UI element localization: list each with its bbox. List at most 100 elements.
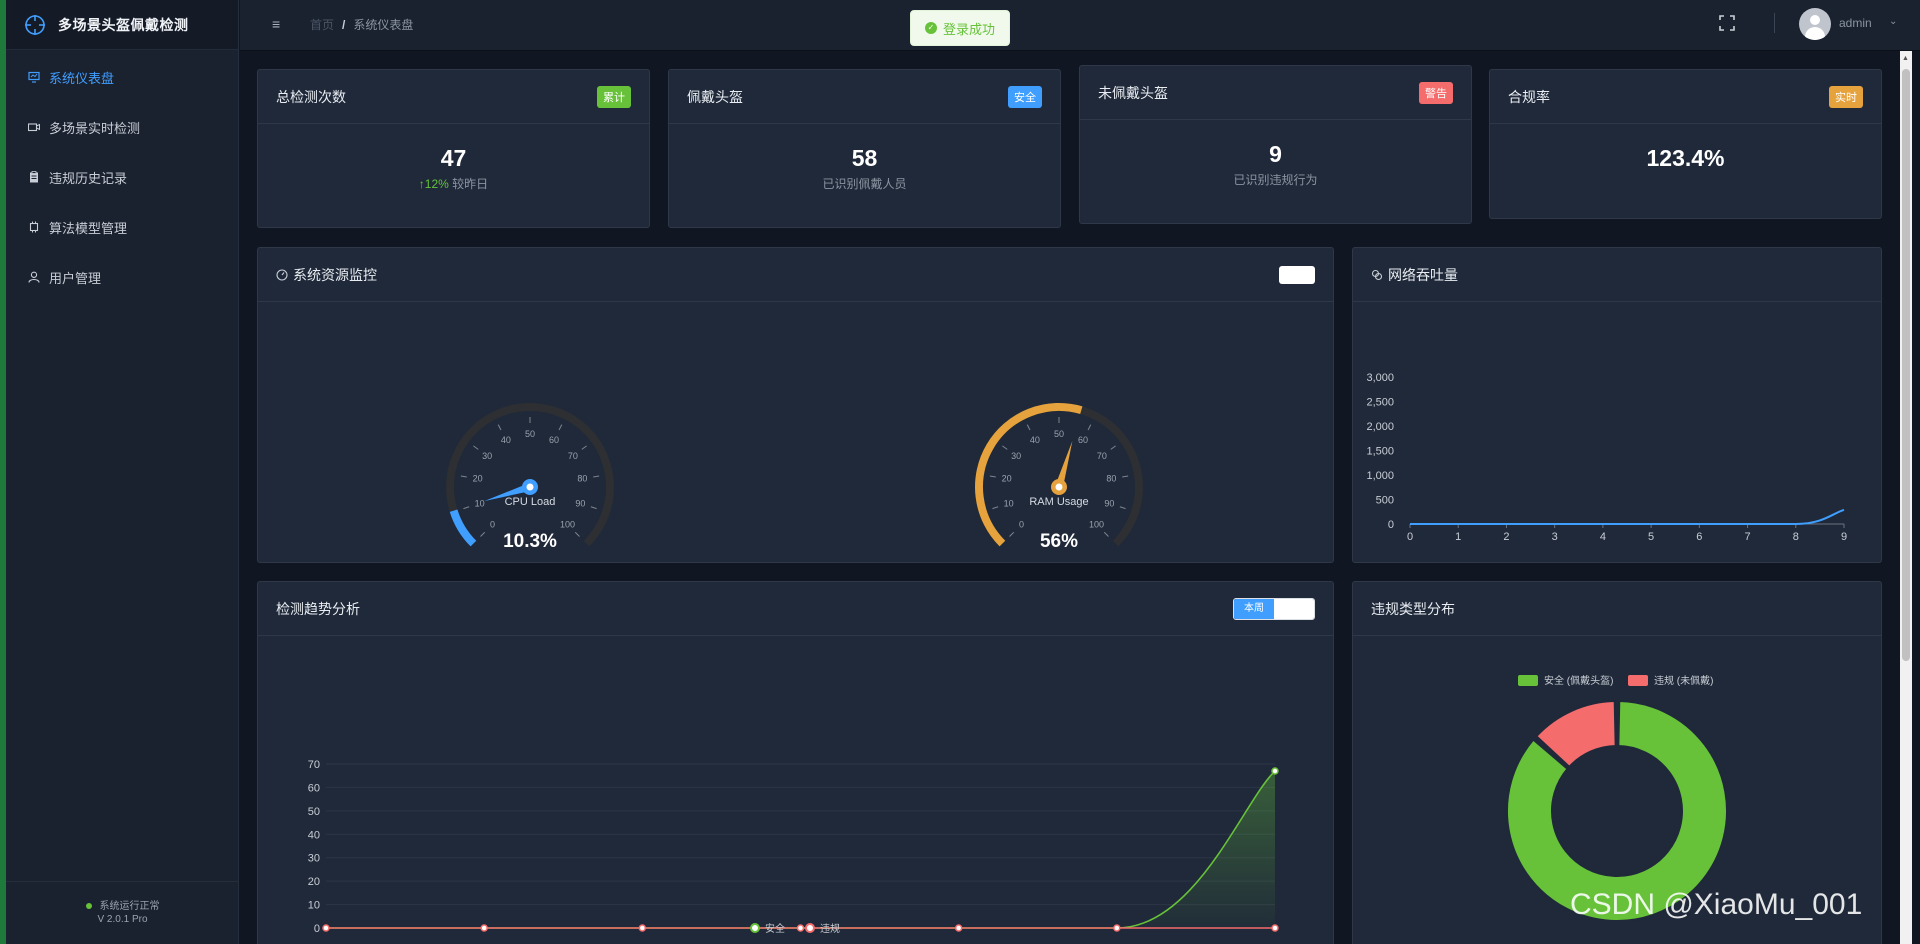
gauge-tick-label: 50 <box>525 429 535 439</box>
series-point-violation <box>638 924 647 932</box>
stat-card-no-helmet: 未佩戴头盔 警告 9 已识别违规行为 <box>1079 65 1472 224</box>
system-status-text: 系统运行正常 <box>99 901 160 912</box>
sidebar-item-realtime[interactable]: 多场景实时检测 <box>6 102 238 152</box>
breadcrumb-home[interactable]: 首页 <box>310 18 334 32</box>
x-tick-label: 1 <box>1455 531 1461 543</box>
x-tick-label: 6 <box>1696 531 1702 543</box>
stat-value: 9 <box>1269 141 1282 167</box>
x-tick-label: 7 <box>1744 531 1750 543</box>
y-tick-label: 70 <box>308 759 320 771</box>
legend-label: 违规 (未佩戴) <box>1654 674 1713 687</box>
gauge-tick-label: 20 <box>1002 474 1012 484</box>
stat-title: 合规率 <box>1508 88 1550 105</box>
gauge-tick-label: 100 <box>560 519 575 529</box>
gauge-tick <box>1026 424 1031 431</box>
scrollbar-thumb[interactable] <box>1902 69 1910 661</box>
y-tick-label: 40 <box>308 829 320 841</box>
chevron-down-icon[interactable]: ⌄ <box>1889 16 1897 27</box>
gauge-tick <box>1110 445 1116 450</box>
scroll-up-icon[interactable]: ▲ <box>1902 55 1909 62</box>
stat-sub: 较昨日 <box>452 177 489 191</box>
app-logo[interactable]: 多场景头盔佩戴检测 <box>6 0 238 50</box>
sidebar-item-users[interactable]: 用户管理 <box>6 252 238 302</box>
panel-title: 网络吞吐量 <box>1388 266 1458 283</box>
breadcrumb-current: 系统仪表盘 <box>353 18 414 32</box>
sidebar-item-history[interactable]: 违规历史记录 <box>6 152 238 202</box>
gauge-tick <box>1122 475 1129 478</box>
stat-value: 47 <box>440 145 467 171</box>
header-divider <box>1774 13 1775 33</box>
gauge-tick-label: 80 <box>577 474 587 484</box>
period-week-button[interactable]: 本周 <box>1234 598 1274 619</box>
period-other-button[interactable] <box>1274 598 1314 619</box>
status-dot-icon <box>85 903 92 909</box>
sidebar-item-label: 用户管理 <box>49 270 102 286</box>
x-tick-label: 3 <box>1552 531 1558 543</box>
page-scrollbar[interactable]: ▲ <box>1900 51 1912 944</box>
gauge-tick <box>590 506 597 510</box>
gauge-tick-label: 60 <box>1078 435 1088 445</box>
x-tick-label: 0 <box>1407 531 1413 543</box>
top-header: ≡ 首页 / 系统仪表盘 ✓ 登录成功 admin ⌄ <box>240 0 1920 51</box>
chip-icon <box>28 221 40 233</box>
y-tick-label: 1,000 <box>1366 470 1394 482</box>
legend-marker-violation <box>805 923 815 933</box>
stat-card-helmet: 佩戴头盔 安全 58 已识别佩戴人员 <box>668 69 1061 228</box>
target-icon <box>25 14 45 35</box>
legend-marker-safe <box>750 923 760 933</box>
status-badge: 安全 <box>1008 85 1042 108</box>
trend-analysis-panel: 检测趋势分析 本周 0 10 20 30 40 50 60 70 安全 违规 <box>257 581 1334 944</box>
gauge-icon <box>276 268 288 281</box>
gauge-tick <box>558 424 563 431</box>
gauge-tick <box>992 506 999 510</box>
x-tick-label: 2 <box>1503 531 1509 543</box>
series-point-violation <box>480 924 488 932</box>
breadcrumb-separator: / <box>342 18 346 32</box>
status-badge: 实时 <box>1829 85 1863 108</box>
stat-sub: 已识别佩戴人员 <box>822 177 907 191</box>
sidebar-item-models[interactable]: 算法模型管理 <box>6 202 238 252</box>
stat-sub: 已识别违规行为 <box>1233 173 1318 187</box>
sidebar: 多场景头盔佩戴检测 系统仪表盘 多场景实时检测 违规历史记录 算法模型管理 用户… <box>6 0 239 944</box>
gauge-tick <box>989 475 996 478</box>
fullscreen-icon[interactable] <box>1719 15 1735 31</box>
gauge-tick <box>497 424 502 431</box>
gauge-tick-label: 90 <box>575 498 585 508</box>
avatar[interactable] <box>1799 8 1831 40</box>
gauge-tick <box>1119 506 1126 510</box>
gauge-tick-label: 10 <box>1004 498 1014 508</box>
app-root: 多场景头盔佩戴检测 系统仪表盘 多场景实时检测 违规历史记录 算法模型管理 用户… <box>0 0 1920 944</box>
legend-swatch <box>1518 675 1538 686</box>
gauge-tick-label: 10 <box>475 498 485 508</box>
gauge-tick-label: 80 <box>1106 474 1116 484</box>
sidebar-item-dashboard[interactable]: 系统仪表盘 <box>6 52 238 102</box>
gauge-tick-label: 20 <box>473 474 483 484</box>
y-tick-label: 20 <box>308 876 320 888</box>
app-title: 多场景头盔佩戴检测 <box>58 16 189 33</box>
y-tick-label: 500 <box>1376 495 1394 507</box>
y-tick-label: 3,000 <box>1366 372 1394 384</box>
version-label: V 2.0.1 Pro <box>97 914 148 925</box>
series-point-safe <box>1271 767 1279 775</box>
x-tick-label: 4 <box>1600 531 1606 543</box>
network-throughput-panel: 网络吞吐量 0 500 1,000 1,500 2,000 2,500 3,000 0 1 2 3 4… <box>1352 247 1882 563</box>
gauge-tick <box>1002 445 1008 450</box>
watermark: CSDN @XiaoMu_001 <box>1570 888 1863 921</box>
legend-label-safe: 安全 <box>765 922 785 935</box>
stat-card-compliance: 合规率 实时 123.4% <box>1489 69 1882 219</box>
panel-toggle[interactable] <box>1279 265 1315 284</box>
gauge-tick-label: 100 <box>1089 519 1104 529</box>
user-name[interactable]: admin <box>1839 16 1872 30</box>
check-circle-icon: ✓ <box>924 22 937 34</box>
gauge-tick <box>574 531 580 537</box>
stat-title: 总检测次数 <box>276 88 346 105</box>
sidebar-item-label: 系统仪表盘 <box>49 70 115 86</box>
x-tick-label: 9 <box>1841 531 1847 543</box>
gauges: 0 10 20 30 40 50 60 70 80 90 100 CPU Load 10.3% 0 10 20… <box>446 403 1143 552</box>
gauge-progress <box>449 509 477 547</box>
menu-toggle-icon[interactable]: ≡ <box>272 16 280 32</box>
gauge-progress <box>975 403 1083 547</box>
trend-chart: 0 10 20 30 40 50 60 70 安全 违规 <box>308 759 1279 935</box>
period-toggle[interactable]: 本周 <box>1233 597 1315 620</box>
series-point-violation <box>1113 924 1121 932</box>
